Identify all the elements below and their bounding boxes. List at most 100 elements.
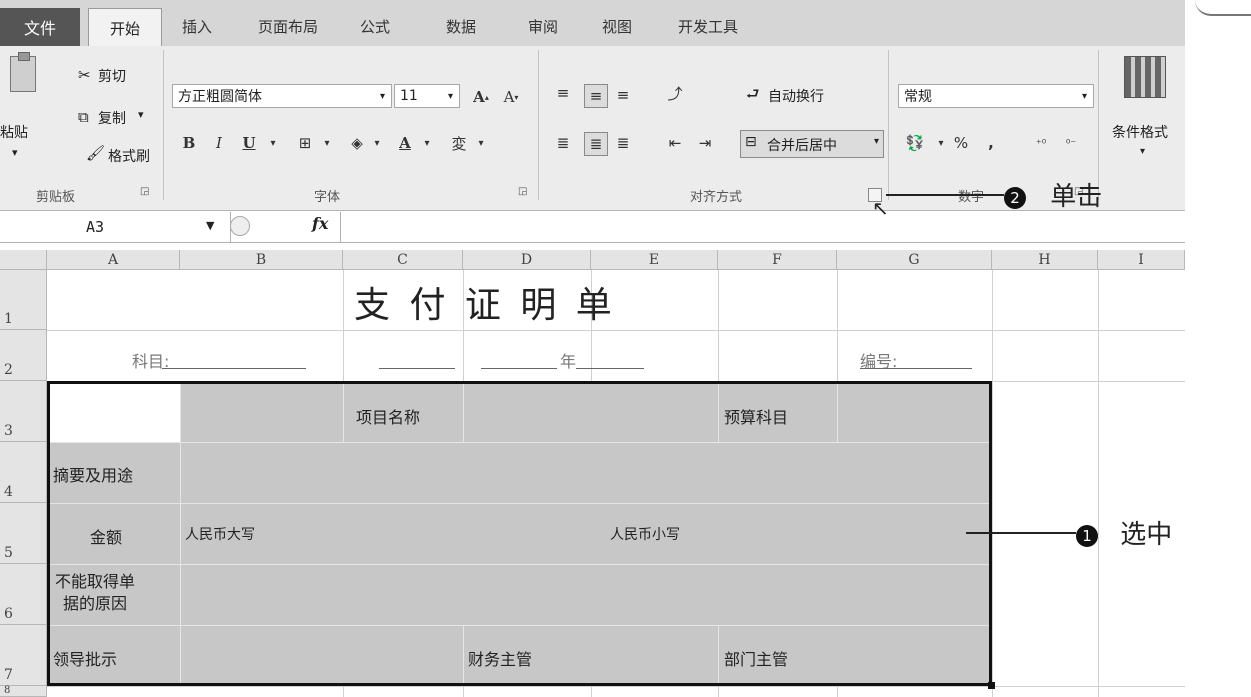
align-center-icon[interactable]: ≣ — [584, 132, 608, 156]
cell-project-name: 项目名称 — [356, 408, 421, 427]
tab-data[interactable]: 数据 — [446, 16, 476, 37]
percent-button[interactable]: % — [950, 132, 972, 154]
column-header[interactable]: E — [591, 250, 718, 270]
column-header[interactable]: F — [718, 250, 837, 270]
decrease-font-icon[interactable]: A ▾ — [500, 86, 522, 108]
increase-indent-icon[interactable]: ⇥ — [694, 132, 716, 154]
align-bottom-icon[interactable]: ≡ — [612, 84, 634, 106]
row-header[interactable]: 8 — [0, 685, 47, 697]
wrap-text-button[interactable]: 自动换行 — [768, 86, 824, 106]
align-top-icon[interactable]: ≡ — [552, 82, 574, 104]
increase-font-icon[interactable]: A ▴ — [470, 86, 492, 108]
phonetic-icon[interactable]: 変 — [448, 132, 470, 154]
font-size-combo[interactable]: 11 ▾ — [394, 84, 460, 108]
step-2-badge: 2 — [1004, 187, 1026, 209]
format-painter-button[interactable]: 格式刷 — [108, 146, 150, 166]
currency-icon[interactable]: 💱 — [904, 132, 926, 154]
wrap-text-icon: ⮐ — [746, 85, 760, 103]
currency-dropdown-icon[interactable]: ▾ — [930, 132, 952, 154]
font-color-dropdown-icon[interactable]: ▾ — [416, 132, 438, 154]
clipboard-launcher-icon[interactable]: ◲ — [140, 186, 149, 197]
cancel-entry-icon[interactable] — [230, 216, 250, 236]
clipboard-group-label: 剪贴板 — [36, 190, 76, 205]
cell-reason-line2: 据的原因 — [63, 594, 128, 613]
copy-button[interactable]: 复制 — [98, 108, 126, 128]
subject-underline — [162, 368, 306, 369]
cell-finance-supervisor: 财务主管 — [468, 650, 533, 669]
row-header[interactable]: 4 — [0, 442, 47, 503]
font-color-icon[interactable]: A — [394, 132, 416, 154]
increase-decimal-icon[interactable]: ⁺⁰ — [1030, 132, 1052, 154]
formula-separator — [340, 212, 341, 242]
paste-dropdown-icon[interactable]: ▾ — [12, 146, 18, 159]
number-underline — [860, 368, 972, 369]
step-1-badge: 1 — [1076, 525, 1098, 547]
column-header[interactable]: A — [47, 250, 180, 270]
tab-view[interactable]: 视图 — [602, 16, 632, 37]
align-left-icon[interactable]: ≣ — [552, 132, 574, 154]
font-name-combo[interactable]: 方正粗圆简体 ▾ — [172, 84, 392, 108]
year-label: 年 — [560, 352, 577, 371]
row-header[interactable]: 5 — [0, 503, 47, 564]
chevron-down-icon[interactable]: ▼ — [206, 219, 214, 232]
group-separator — [163, 50, 164, 200]
column-header[interactable]: H — [992, 250, 1098, 270]
tab-formulas[interactable]: 公式 — [360, 16, 390, 37]
merge-center-button[interactable]: ⊟ 合并后居中 ▾ — [740, 130, 884, 158]
date-underline — [481, 368, 557, 369]
underline-dropdown-icon[interactable]: ▾ — [262, 132, 284, 154]
italic-button[interactable]: I — [208, 132, 230, 154]
cut-button[interactable]: 剪切 — [98, 66, 126, 86]
select-all-corner[interactable] — [0, 250, 47, 270]
fill-dropdown-icon[interactable]: ▾ — [366, 132, 388, 154]
borders-dropdown-icon[interactable]: ▾ — [316, 132, 338, 154]
number-format-combo[interactable]: 常规 ▾ — [898, 84, 1094, 108]
fill-handle[interactable] — [988, 682, 995, 689]
merge-icon: ⊟ — [745, 134, 757, 150]
conditional-format-button[interactable]: 条件格式 — [1112, 122, 1168, 142]
conditional-format-dropdown-icon[interactable]: ▾ — [1140, 146, 1145, 157]
font-launcher-icon[interactable]: ◲ — [518, 186, 527, 197]
paste-button[interactable]: 粘贴 — [0, 122, 28, 142]
phonetic-dropdown-icon[interactable]: ▾ — [470, 132, 492, 154]
name-box[interactable]: A3 ▼ — [0, 212, 231, 242]
orientation-icon[interactable]: ⤴ — [664, 82, 686, 104]
column-header[interactable]: I — [1098, 250, 1185, 270]
conditional-format-icon — [1124, 56, 1166, 98]
align-middle-icon[interactable]: ≡ — [584, 84, 608, 108]
comma-button[interactable]: , — [980, 132, 1002, 154]
align-right-icon[interactable]: ≣ — [612, 132, 634, 154]
fill-color-icon[interactable]: ◈ — [346, 132, 368, 154]
chevron-down-icon: ▾ — [1081, 90, 1087, 102]
decrease-indent-icon[interactable]: ⇤ — [664, 132, 686, 154]
borders-icon[interactable]: ⊞ — [294, 132, 316, 154]
row-header[interactable]: 3 — [0, 381, 47, 442]
column-header[interactable]: G — [837, 250, 992, 270]
row-header[interactable]: 1 — [0, 270, 47, 330]
number-format-value: 常规 — [904, 89, 932, 105]
decrease-decimal-icon[interactable]: ⁰⁻ — [1060, 132, 1082, 154]
cell-rmb-upper: 人民币大写 — [185, 527, 255, 543]
column-header[interactable]: C — [343, 250, 463, 270]
window-corner-decoration — [1195, 0, 1251, 16]
alignment-group-label: 对齐方式 — [690, 190, 743, 205]
form-title: 支 付 证 明 单 — [354, 285, 616, 326]
tab-home[interactable]: 开始 — [88, 8, 162, 47]
tab-page-layout[interactable]: 页面布局 — [258, 16, 318, 37]
bold-button[interactable]: B — [178, 132, 200, 154]
tab-insert[interactable]: 插入 — [182, 16, 212, 37]
tab-developer[interactable]: 开发工具 — [678, 16, 738, 37]
row-header[interactable]: 2 — [0, 330, 47, 381]
insert-function-button[interactable]: fx — [312, 214, 328, 233]
brush-icon: 🖌 — [86, 144, 106, 162]
gridline — [992, 270, 993, 697]
column-header[interactable]: D — [463, 250, 591, 270]
copy-dropdown-icon[interactable]: ▾ — [138, 108, 144, 121]
underline-button[interactable]: U — [238, 132, 260, 154]
row-header[interactable]: 6 — [0, 564, 47, 625]
row-header[interactable]: 7 — [0, 625, 47, 686]
tab-file[interactable]: 文件 — [0, 8, 80, 46]
callout-line — [966, 532, 1076, 534]
tab-review[interactable]: 审阅 — [528, 16, 558, 37]
column-header[interactable]: B — [180, 250, 343, 270]
